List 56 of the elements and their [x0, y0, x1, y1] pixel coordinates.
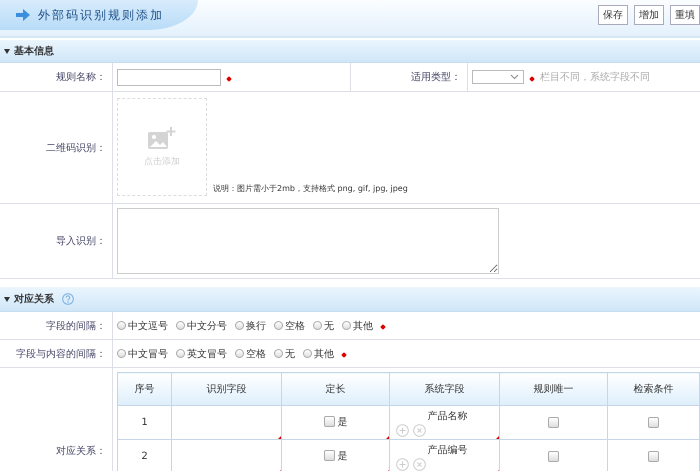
chevron-down-icon: [510, 74, 519, 80]
radio-option[interactable]: 无: [313, 318, 334, 332]
add-icon[interactable]: [396, 458, 409, 470]
table-cell-text: 产品名称: [426, 410, 468, 422]
column-header: 识别字段: [172, 372, 282, 406]
table-cell: 2: [118, 440, 172, 471]
editable-cell[interactable]: [172, 406, 282, 440]
checkbox[interactable]: [648, 450, 659, 462]
checkbox-option[interactable]: 是: [324, 414, 348, 429]
toolbar-button[interactable]: 增加: [634, 5, 664, 25]
radio-option[interactable]: 空格: [274, 318, 305, 332]
column-header: 检索条件: [608, 372, 700, 406]
radio-option[interactable]: 中文分号: [176, 318, 227, 332]
field-label: 适用类型：: [411, 70, 461, 84]
radio-option[interactable]: 空格: [235, 346, 266, 360]
field-label: 二维码识别：: [46, 142, 106, 154]
radio-option[interactable]: 换行: [235, 318, 266, 332]
type-select[interactable]: [472, 70, 524, 84]
column-header: 规则唯一: [500, 372, 608, 406]
import-textarea[interactable]: [117, 208, 499, 274]
checkbox-option[interactable]: 是: [324, 448, 348, 463]
radio-option[interactable]: 中文逗号: [117, 318, 168, 332]
column-header: 定长: [282, 372, 390, 406]
radio-option[interactable]: 其他: [303, 346, 334, 360]
column-header: 序号: [118, 372, 172, 406]
field-label: 字段的间隔：: [46, 320, 106, 332]
table-cell: 1: [118, 406, 172, 440]
arrow-icon: [16, 9, 30, 21]
hint-text: 栏目不同，系统字段不同: [540, 70, 650, 84]
add-icon[interactable]: [396, 424, 409, 436]
field-label: 导入识别：: [56, 234, 106, 248]
radio-option[interactable]: 无: [274, 346, 295, 360]
page-title: 外部码识别规则添加: [38, 6, 164, 24]
checkbox[interactable]: [548, 450, 559, 462]
radio-option[interactable]: 英文冒号: [176, 346, 227, 360]
image-add-icon: [148, 126, 176, 150]
field-label: 对应关系：: [56, 444, 106, 458]
rule-name-input[interactable]: [117, 68, 221, 86]
field-label: 字段与内容的间隔：: [16, 348, 106, 360]
section-title: 对应关系: [14, 292, 54, 306]
toolbar-button[interactable]: 保存: [598, 5, 628, 25]
section-title: 基本信息: [14, 44, 54, 58]
field-label: 规则名称：: [56, 71, 106, 84]
remove-icon[interactable]: [413, 424, 426, 436]
upload-note: 说明：图片需小于2mb，支持格式 png, gif, jpg, jpeg: [213, 183, 408, 195]
section-header[interactable]: 基本信息: [0, 40, 700, 63]
section-header[interactable]: 对应关系: [0, 287, 700, 312]
remove-icon[interactable]: [413, 458, 426, 470]
checkbox[interactable]: [548, 416, 559, 428]
help-icon[interactable]: [62, 293, 74, 305]
radio-option[interactable]: 中文冒号: [117, 346, 168, 360]
radio-option[interactable]: 其他: [342, 318, 373, 332]
column-header: 系统字段: [390, 372, 500, 406]
toolbar-button[interactable]: 重填: [670, 5, 700, 25]
checkbox[interactable]: [648, 416, 659, 428]
table-cell-text: 产品编号: [426, 444, 468, 456]
